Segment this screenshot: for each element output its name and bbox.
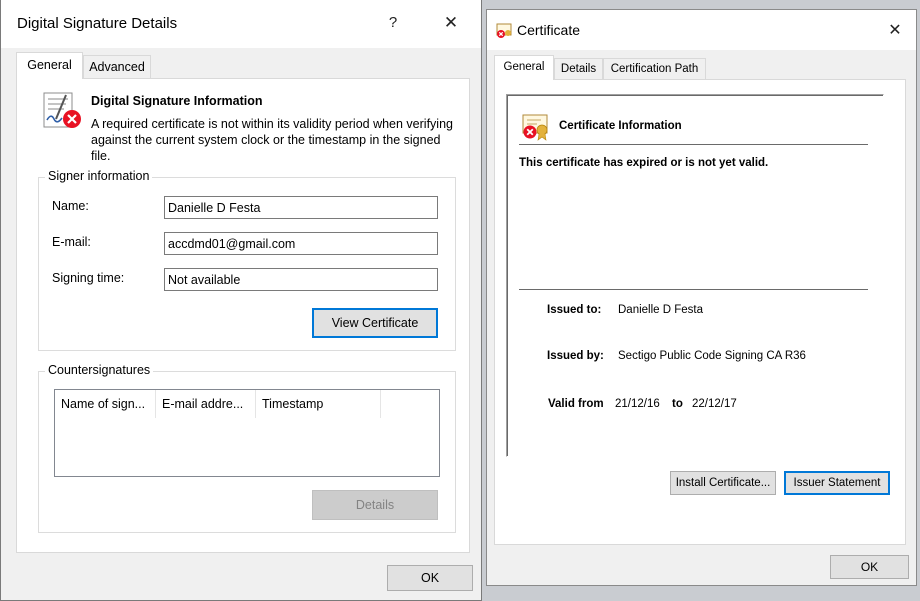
dialog-title: Certificate <box>517 22 581 38</box>
signer-information-group: Signer information Name: E-mail: Signing… <box>38 169 456 351</box>
issuer-statement-button[interactable]: Issuer Statement <box>784 471 890 495</box>
close-button[interactable]: ✕ <box>883 20 907 40</box>
install-certificate-button[interactable]: Install Certificate... <box>670 471 776 495</box>
certificate-status-message: This certificate has expired or is not y… <box>519 157 769 169</box>
divider <box>519 289 868 290</box>
certificate-error-icon <box>496 22 513 39</box>
ok-button[interactable]: OK <box>387 565 473 591</box>
valid-to-label: to <box>672 398 683 410</box>
issued-to-value: Danielle D Festa <box>618 304 704 316</box>
title-bar[interactable]: Digital Signature Details ? ✕ <box>1 0 481 48</box>
divider <box>519 144 868 145</box>
name-label: Name: <box>52 199 89 213</box>
countersignatures-group-title: Countersignatures <box>45 363 154 377</box>
email-label: E-mail: <box>52 235 91 249</box>
signing-time-label: Signing time: <box>52 271 125 285</box>
tab-certification-path[interactable]: Certification Path <box>603 58 706 80</box>
details-button[interactable]: Details <box>312 490 438 520</box>
email-field[interactable] <box>164 232 438 255</box>
signer-group-title: Signer information <box>45 169 153 183</box>
tab-general[interactable]: General <box>16 52 83 79</box>
close-button[interactable]: ✕ <box>437 13 465 33</box>
tab-general-label: General <box>27 58 72 72</box>
view-certificate-button[interactable]: View Certificate <box>312 308 438 338</box>
digital-signature-details-dialog: Digital Signature Details ? ✕ General Ad… <box>0 0 482 601</box>
tab-advanced[interactable]: Advanced <box>83 55 151 79</box>
valid-to-value: 22/12/17 <box>692 398 737 410</box>
issued-to-label: Issued to: <box>547 304 602 316</box>
signature-error-icon <box>42 89 86 133</box>
certificate-error-icon <box>521 112 551 142</box>
tab-details-label: Details <box>560 63 597 75</box>
tab-advanced-label: Advanced <box>89 60 145 74</box>
tab-general-label: General <box>503 61 545 73</box>
info-message: A required certificate is not within its… <box>91 117 453 163</box>
column-header-email[interactable]: E-mail addre... <box>156 390 256 418</box>
name-field[interactable] <box>164 196 438 219</box>
issued-by-value: Sectigo Public Code Signing CA R36 <box>618 350 806 362</box>
ok-button[interactable]: OK <box>830 555 909 579</box>
general-tab-panel: Digital Signature Information A required… <box>16 78 470 553</box>
column-header-name[interactable]: Name of sign... <box>55 390 156 418</box>
certificate-info-panel: Certificate Information This certificate… <box>506 94 884 457</box>
tab-general[interactable]: General <box>494 55 554 80</box>
info-heading: Digital Signature Information <box>91 94 263 108</box>
valid-from-value: 21/12/16 <box>615 398 660 410</box>
certificate-info-heading: Certificate Information <box>559 120 682 132</box>
certificate-dialog: Certificate ✕ General Details Certificat… <box>486 9 917 586</box>
valid-from-label: Valid from <box>548 398 604 410</box>
column-header-timestamp[interactable]: Timestamp <box>256 390 381 418</box>
issued-by-label: Issued by: <box>547 350 604 362</box>
countersignatures-list[interactable]: Name of sign... E-mail addre... Timestam… <box>54 389 440 477</box>
countersignatures-group: Countersignatures Name of sign... E-mail… <box>38 363 456 533</box>
signing-time-field[interactable] <box>164 268 438 291</box>
tab-details[interactable]: Details <box>554 58 603 80</box>
dialog-title: Digital Signature Details <box>17 15 178 32</box>
tab-certification-path-label: Certification Path <box>610 63 699 75</box>
general-tab-panel: Certificate Information This certificate… <box>494 79 906 545</box>
help-button[interactable]: ? <box>381 14 405 31</box>
title-bar[interactable]: Certificate ✕ <box>487 10 916 50</box>
